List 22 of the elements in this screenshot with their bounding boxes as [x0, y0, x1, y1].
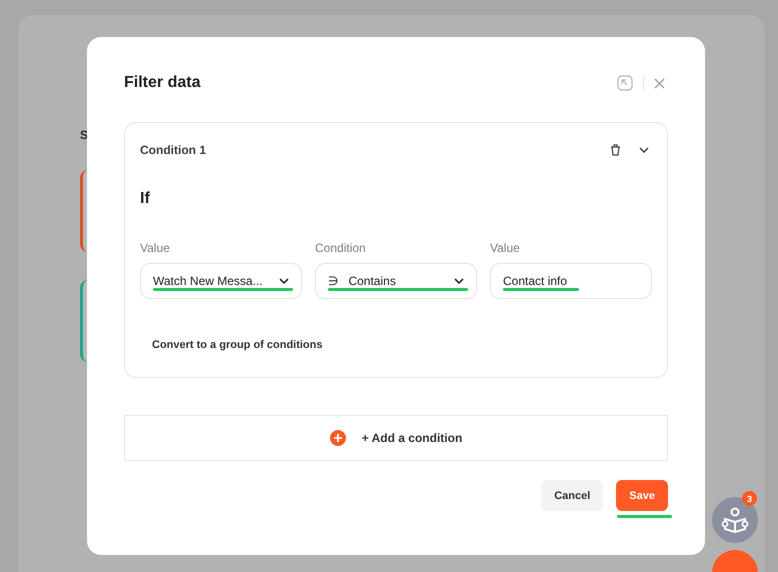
select-field[interactable]: ∋ Contains — [315, 263, 477, 299]
input-field[interactable]: Contact info — [490, 263, 652, 299]
cancel-button[interactable]: Cancel — [541, 480, 604, 511]
chevron-down-icon[interactable] — [639, 147, 649, 153]
select-field[interactable]: Watch New Messa... — [140, 263, 302, 299]
close-icon[interactable] — [654, 78, 665, 88]
condition-title: Condition 1 — [140, 143, 206, 157]
field-label: Value — [140, 241, 171, 255]
field-label: Condition — [315, 241, 367, 255]
field-label: Value — [490, 241, 521, 255]
reader-icon — [721, 507, 749, 533]
collapse-icon[interactable] — [617, 75, 633, 91]
convert-link[interactable]: Convert to a group of conditions — [152, 339, 322, 351]
trash-icon[interactable] — [610, 144, 621, 156]
plus-circle-icon — [330, 430, 346, 446]
dialog-title: Filter data — [124, 74, 200, 92]
contains-icon: ∋ — [328, 274, 338, 288]
if-label: If — [140, 190, 151, 208]
add-condition-button[interactable]: + Add a condition — [124, 415, 668, 461]
chevron-down-icon — [279, 278, 289, 284]
chevron-down-icon — [454, 278, 464, 284]
section-label: S — [80, 128, 90, 142]
